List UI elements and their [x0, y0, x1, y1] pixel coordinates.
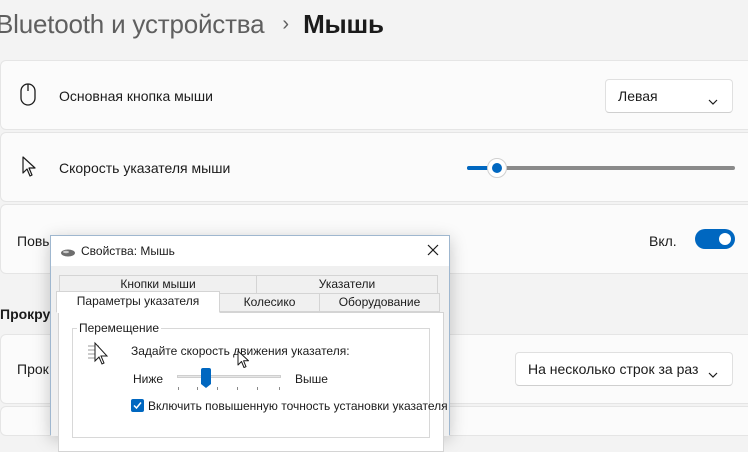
scroll-lines-label: Прок	[17, 361, 49, 377]
primary-button-value: Левая	[618, 88, 658, 104]
pointer-speed-slider[interactable]	[467, 158, 735, 178]
enhance-precision-label: Повы	[17, 233, 53, 249]
scroll-section-title: Прокру	[0, 306, 51, 322]
dialog-title: Свойства: Мышь	[81, 244, 175, 258]
pointer-options-panel: Перемещение Задайте скорость движения ук…	[58, 312, 448, 452]
precision-checkbox[interactable]	[131, 399, 144, 412]
pointer-speed-card: Скорость указателя мыши	[0, 132, 748, 202]
slider-track	[467, 166, 735, 170]
motion-group-title: Перемещение	[77, 321, 161, 335]
close-icon[interactable]	[425, 242, 441, 258]
mouse-icon	[19, 83, 37, 112]
breadcrumb: Bluetooth и устройства › Мышь	[0, 2, 384, 46]
enhance-precision-toggle[interactable]	[695, 229, 735, 249]
primary-button-dropdown[interactable]: Левая	[605, 79, 733, 113]
chevron-down-icon	[708, 92, 718, 108]
checkmark-icon	[132, 400, 143, 414]
slider-thumb[interactable]	[200, 368, 211, 388]
slider-thumb[interactable]	[486, 158, 507, 178]
page-title: Мышь	[303, 8, 384, 39]
scroll-lines-value: На несколько строк за раз	[528, 361, 699, 377]
slider-ticks	[177, 387, 281, 390]
breadcrumb-parent-link[interactable]: Bluetooth и устройства	[0, 9, 265, 40]
slider-track	[177, 375, 281, 378]
chevron-down-icon	[702, 365, 718, 381]
primary-button-label: Основная кнопка мыши	[59, 88, 213, 104]
tab-pointers[interactable]: Указатели	[256, 275, 438, 294]
precision-checkbox-label: Включить повышенную точность установки у…	[148, 399, 448, 413]
tab-pointer-options[interactable]: Параметры указателя	[56, 291, 220, 313]
chevron-right-icon: ›	[282, 12, 290, 35]
primary-button-card: Основная кнопка мыши Левая	[0, 60, 748, 130]
mouse-icon	[60, 247, 76, 261]
motion-speed-slider[interactable]	[177, 367, 281, 391]
motion-pointer-icon	[87, 341, 115, 370]
pointer-speed-label: Скорость указателя мыши	[59, 160, 231, 176]
tab-wheel[interactable]: Колесико	[219, 293, 320, 312]
scroll-lines-dropdown[interactable]: На несколько строк за раз	[515, 352, 733, 386]
cursor-icon	[21, 156, 37, 183]
mouse-properties-dialog: Свойства: Мышь Кнопки мыши Указатели Пар…	[50, 235, 450, 452]
fast-label: Выше	[295, 372, 328, 386]
toggle-state-label: Вкл.	[649, 233, 677, 249]
tab-hardware[interactable]: Оборудование	[319, 293, 440, 312]
slow-label: Ниже	[133, 372, 164, 386]
toggle-knob	[719, 233, 731, 245]
mouse-cursor-icon	[237, 350, 251, 373]
